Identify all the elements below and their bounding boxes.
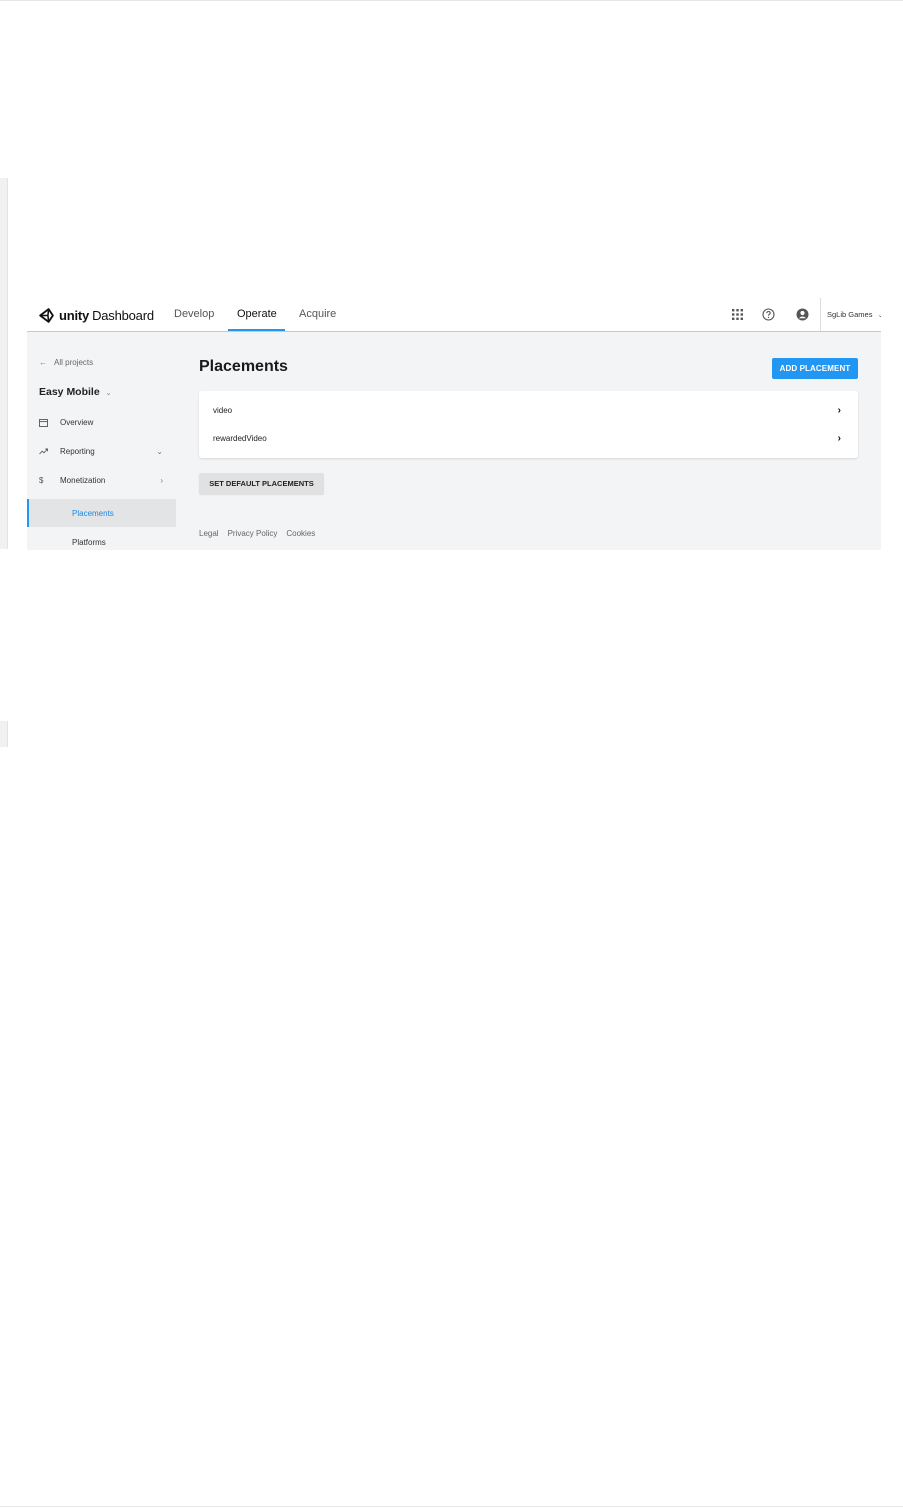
- project-selector[interactable]: Easy Mobile ⌄: [39, 386, 112, 398]
- sidebar-item-platforms[interactable]: Platforms: [27, 528, 176, 550]
- tab-operate[interactable]: Operate: [237, 308, 277, 320]
- chevron-right-icon: ›: [160, 476, 163, 485]
- tab-acquire[interactable]: Acquire: [299, 308, 336, 320]
- margin-marker: [0, 178, 8, 549]
- page-top-rule: [0, 0, 903, 1]
- margin-marker: [0, 721, 8, 747]
- sidebar-item-label: Reporting: [60, 447, 95, 456]
- trending-up-icon: [39, 448, 53, 455]
- chevron-right-icon: ›: [837, 404, 841, 416]
- unity-logo[interactable]: unity Dashboard: [38, 306, 154, 324]
- org-name: SgLib Games: [827, 310, 873, 319]
- active-tab-indicator: [228, 329, 285, 331]
- top-navigation-bar: unity Dashboard Develop Operate Acquire: [27, 297, 881, 332]
- all-projects-link[interactable]: ← All projects: [39, 358, 93, 367]
- set-default-placements-button[interactable]: SET DEFAULT PLACEMENTS: [199, 473, 324, 494]
- sidebar-item-monetization[interactable]: $ Monetization ›: [39, 476, 163, 485]
- topbar-divider: [820, 298, 821, 331]
- placement-name: video: [213, 405, 233, 415]
- legal-link[interactable]: Legal: [199, 529, 219, 538]
- sidebar-item-reporting[interactable]: Reporting ⌄: [39, 447, 163, 456]
- add-placement-button[interactable]: ADD PLACEMENT: [772, 358, 858, 379]
- all-projects-label: All projects: [54, 358, 94, 367]
- page-title: Placements: [199, 358, 288, 375]
- page-bottom-rule: [0, 1506, 903, 1507]
- sidebar-item-placements[interactable]: Placements: [27, 499, 176, 527]
- dollar-icon: $: [39, 476, 44, 485]
- help-circle-icon[interactable]: [761, 307, 775, 321]
- unity-cube-icon: [39, 307, 54, 323]
- cookies-link[interactable]: Cookies: [286, 529, 315, 538]
- tab-develop[interactable]: Develop: [174, 308, 214, 320]
- list-item[interactable]: rewardedVideo ›: [199, 424, 858, 452]
- arrow-left-icon: ←: [39, 358, 47, 367]
- organization-selector[interactable]: SgLib Games ⌄: [827, 310, 881, 319]
- dashboard-screenshot: unity Dashboard Develop Operate Acquire: [27, 297, 881, 550]
- placement-name: rewardedVideo: [213, 433, 267, 443]
- sidebar-item-label: Monetization: [60, 476, 106, 485]
- sidebar-item-label: Overview: [60, 418, 94, 427]
- account-circle-icon[interactable]: [795, 307, 809, 321]
- list-item[interactable]: video ›: [199, 396, 858, 424]
- chevron-right-icon: ›: [837, 432, 841, 444]
- footer-links: Legal Privacy Policy Cookies: [199, 529, 315, 538]
- apps-grid-icon[interactable]: [730, 307, 744, 321]
- calendar-icon: [39, 418, 53, 427]
- privacy-policy-link[interactable]: Privacy Policy: [228, 529, 278, 538]
- sidebar-item-label: Placements: [72, 508, 114, 518]
- sidebar: ← All projects Easy Mobile ⌄ Overview Re…: [27, 332, 176, 550]
- brand-unity: unity: [59, 307, 90, 323]
- placements-list: video › rewardedVideo ›: [199, 391, 858, 458]
- sidebar-item-overview[interactable]: Overview: [39, 418, 163, 427]
- chevron-down-icon: ⌄: [105, 390, 112, 397]
- chevron-down-icon: ⌄: [877, 312, 881, 319]
- project-name: Easy Mobile: [39, 386, 100, 398]
- chevron-down-icon: ⌄: [156, 447, 163, 456]
- brand-dashboard: Dashboard: [92, 307, 154, 323]
- sidebar-item-label: Platforms: [72, 537, 106, 547]
